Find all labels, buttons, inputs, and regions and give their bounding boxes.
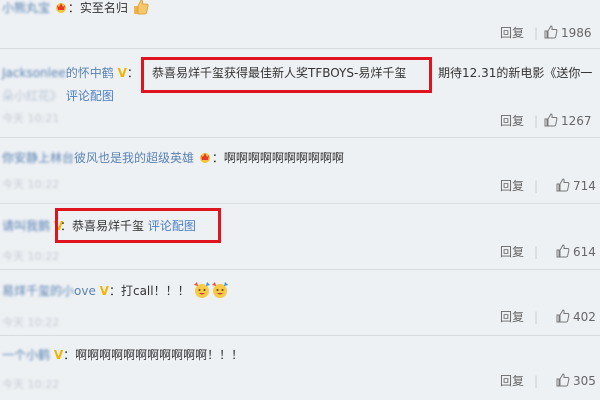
comment-item: 易烊千玺的小ove V：打call！！！ 今天 10:22 回复 | 402 (0, 270, 600, 336)
username-blurred[interactable]: 请叫我鹅 (2, 216, 50, 236)
comment-text: 实至名归 (79, 1, 128, 15)
comment-actions: 回复 | 1986 (0, 23, 600, 43)
comment-item: 一个小鹤 V：啊啊啊啊啊啊啊啊啊啊啊！！！ 今天 10:22 回复 | 305 (0, 336, 600, 400)
like-count: 714 (573, 179, 596, 193)
thumbs-up-icon (556, 244, 570, 258)
comment-body: 你安静上林台彼风也是我的超级英雄 ：啊啊啊啊啊啊啊啊啊啊 (2, 148, 344, 168)
like-button[interactable]: 714 (556, 176, 600, 196)
highlighted-text: 恭喜易烊千玺 (72, 219, 145, 233)
username-blurred[interactable]: 你安静上林台 (2, 148, 74, 168)
username[interactable]: ove (74, 284, 96, 298)
comment-text: 打call！！！ (120, 284, 190, 298)
comment-image-link[interactable]: 评论配图 (66, 89, 114, 103)
comment-text: 期待12.31的新电影《送你一 (438, 66, 593, 80)
action-divider: | (533, 114, 538, 128)
comment-separator: ： (60, 219, 73, 233)
cheer-emoji-icon (211, 281, 229, 299)
thumbs-up-icon (556, 178, 570, 192)
username[interactable]: 的怀中鹤 (66, 66, 114, 80)
comment-actions: 回复 | 305 (0, 371, 600, 391)
thumbs-up-icon (556, 373, 570, 387)
like-button[interactable]: 614 (556, 242, 600, 262)
comment-actions: 回复 | 402 (0, 307, 600, 327)
comment-separator: ： (211, 151, 224, 165)
reply-button[interactable]: 回复 (500, 111, 524, 131)
action-divider: | (533, 245, 538, 259)
comment-separator: ： (63, 348, 76, 362)
comment-image-link[interactable]: 评论配图 (148, 219, 196, 233)
reply-button[interactable]: 回复 (500, 242, 524, 262)
thumbs-up-icon (544, 113, 558, 127)
highlighted-text: 恭喜易烊千玺获得最佳新人奖TFBOYS-易烊千玺 (152, 66, 407, 80)
action-divider: | (533, 179, 538, 193)
like-count: 1986 (561, 26, 592, 40)
like-count: 402 (573, 310, 596, 324)
comment-text: 啊啊啊啊啊啊啊啊啊啊啊！！！ (75, 348, 244, 362)
comment-body: 一个小鹤 V：啊啊啊啊啊啊啊啊啊啊啊！！！ (2, 345, 243, 365)
verified-v-icon: V (53, 348, 64, 362)
username-blurred[interactable]: Jacksonlee (2, 63, 66, 83)
action-divider: | (533, 26, 538, 40)
comment-item: Jacksonlee的怀中鹤 V： 恭喜易烊千玺获得最佳新人奖TFBOYS-易烊… (0, 49, 600, 138)
comment-separator: ： (108, 284, 121, 298)
comment-text: 啊啊啊啊啊啊啊啊啊啊 (223, 151, 344, 165)
crown-badge-icon (198, 151, 212, 163)
cheer-emoji-icon (193, 281, 211, 299)
comment-item: 你安静上林台彼风也是我的超级英雄 ：啊啊啊啊啊啊啊啊啊啊 今天 10:22 回复… (0, 138, 600, 204)
reply-button[interactable]: 回复 (500, 23, 524, 43)
comment-separator: ： (126, 66, 139, 80)
like-button[interactable]: 1267 (544, 111, 600, 131)
like-button[interactable]: 402 (556, 307, 600, 327)
comment-item: 请叫我鹅 V ：恭喜易烊千玺 评论配图 今天 10:22 回复 | 614 (0, 204, 600, 270)
comment-separator: ： (67, 1, 80, 15)
comment-body-line2: 朵小红花》 评论配图 (2, 86, 114, 106)
comment-body: 小熊丸宝 ：实至名归 (2, 0, 150, 18)
comment-actions: 回复 | 1267 (0, 111, 600, 131)
thumbs-up-icon (556, 309, 570, 323)
like-count: 305 (573, 374, 596, 388)
comment-item: 小熊丸宝 ：实至名归 回复 | 1986 (0, 0, 600, 49)
reply-button[interactable]: 回复 (500, 371, 524, 391)
reply-button[interactable]: 回复 (500, 176, 524, 196)
reply-button[interactable]: 回复 (500, 307, 524, 327)
username[interactable]: 小熊丸宝 (2, 0, 50, 18)
comment-body-highlighted: ：恭喜易烊千玺 评论配图 (60, 216, 196, 236)
crown-badge-icon (54, 1, 68, 13)
comment-body: 易烊千玺的小ove V：打call！！！ (2, 281, 229, 301)
comment-feed: 小熊丸宝 ：实至名归 回复 | 1986 Jacksonlee的怀中鹤 V： 恭… (0, 0, 600, 400)
action-divider: | (533, 374, 538, 388)
username-blurred[interactable]: 一个小鹤 (2, 345, 50, 365)
like-count: 614 (573, 245, 596, 259)
comment-body: Jacksonlee的怀中鹤 V： (2, 63, 139, 83)
comment-actions: 回复 | 714 (0, 176, 600, 196)
username[interactable]: 彼风也是我的超级英雄 (74, 151, 194, 165)
verified-v-icon: V (117, 66, 127, 80)
comment-body: 请叫我鹅 V (2, 216, 63, 236)
like-count: 1267 (561, 114, 592, 128)
text-blurred: 朵小红花》 (2, 89, 63, 103)
verified-v-icon: V (99, 284, 109, 298)
like-button[interactable]: 1986 (544, 23, 600, 43)
like-button[interactable]: 305 (556, 371, 600, 391)
username-blurred[interactable]: 易烊千玺的小 (2, 281, 74, 301)
comment-actions: 回复 | 614 (0, 242, 600, 262)
thumbs-up-icon (544, 25, 558, 39)
action-divider: | (533, 310, 538, 324)
thumbs-up-emoji-icon (132, 0, 150, 16)
